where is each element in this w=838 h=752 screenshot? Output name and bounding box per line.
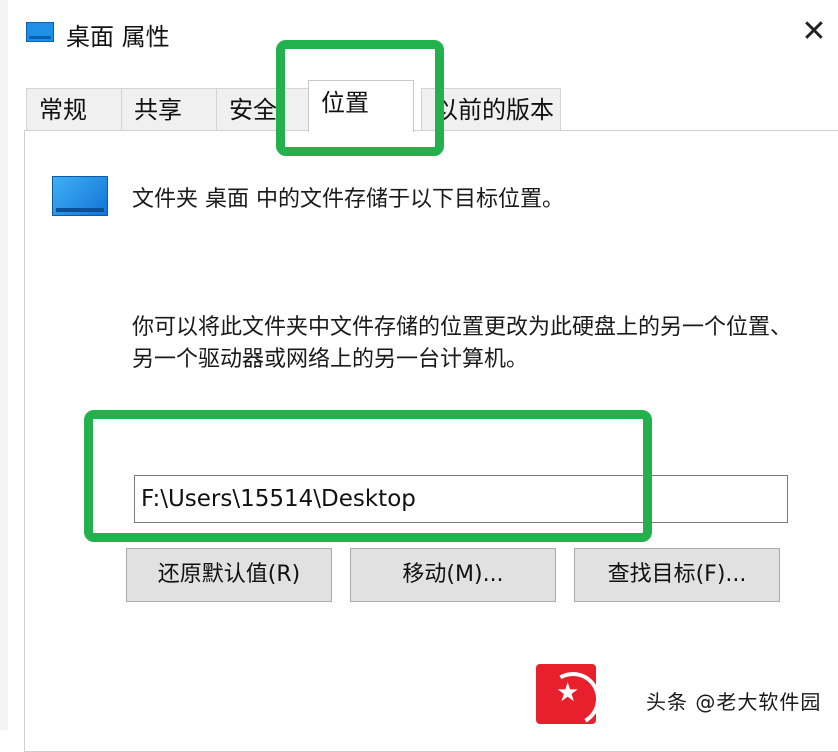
restore-default-button[interactable]: 还原默认值(R) — [126, 548, 332, 602]
move-button[interactable]: 移动(M)... — [350, 548, 556, 602]
desktop-folder-large-icon — [52, 176, 108, 216]
tab-previous-versions[interactable]: 以前的版本 — [421, 88, 561, 130]
watermark-logo-icon — [536, 664, 596, 724]
properties-dialog: 桌面 属性 ✕ 常规 共享 安全 以前的版本 位置 文件夹 桌面 中的文件存储于… — [8, 0, 838, 752]
location-description: 文件夹 桌面 中的文件存储于以下目标位置。 — [132, 187, 564, 212]
tab-location[interactable]: 位置 — [308, 80, 414, 132]
watermark-text: 头条 @老大软件园 — [646, 690, 822, 714]
tab-security[interactable]: 安全 — [216, 88, 312, 130]
tab-sharing[interactable]: 共享 — [121, 88, 217, 130]
location-info-text: 你可以将此文件夹中文件存储的位置更改为此硬盘上的另一个位置、另一个驱动器或网络上… — [132, 315, 793, 372]
tab-general[interactable]: 常规 — [26, 88, 122, 130]
close-button[interactable]: ✕ — [796, 14, 832, 50]
tab-content-panel — [24, 130, 838, 752]
title-bar: 桌面 属性 ✕ — [8, 0, 838, 64]
target-path-input[interactable] — [134, 475, 788, 523]
find-target-button[interactable]: 查找目标(F)... — [574, 548, 780, 602]
window-title: 桌面 属性 — [66, 23, 170, 51]
desktop-folder-icon — [26, 22, 54, 42]
